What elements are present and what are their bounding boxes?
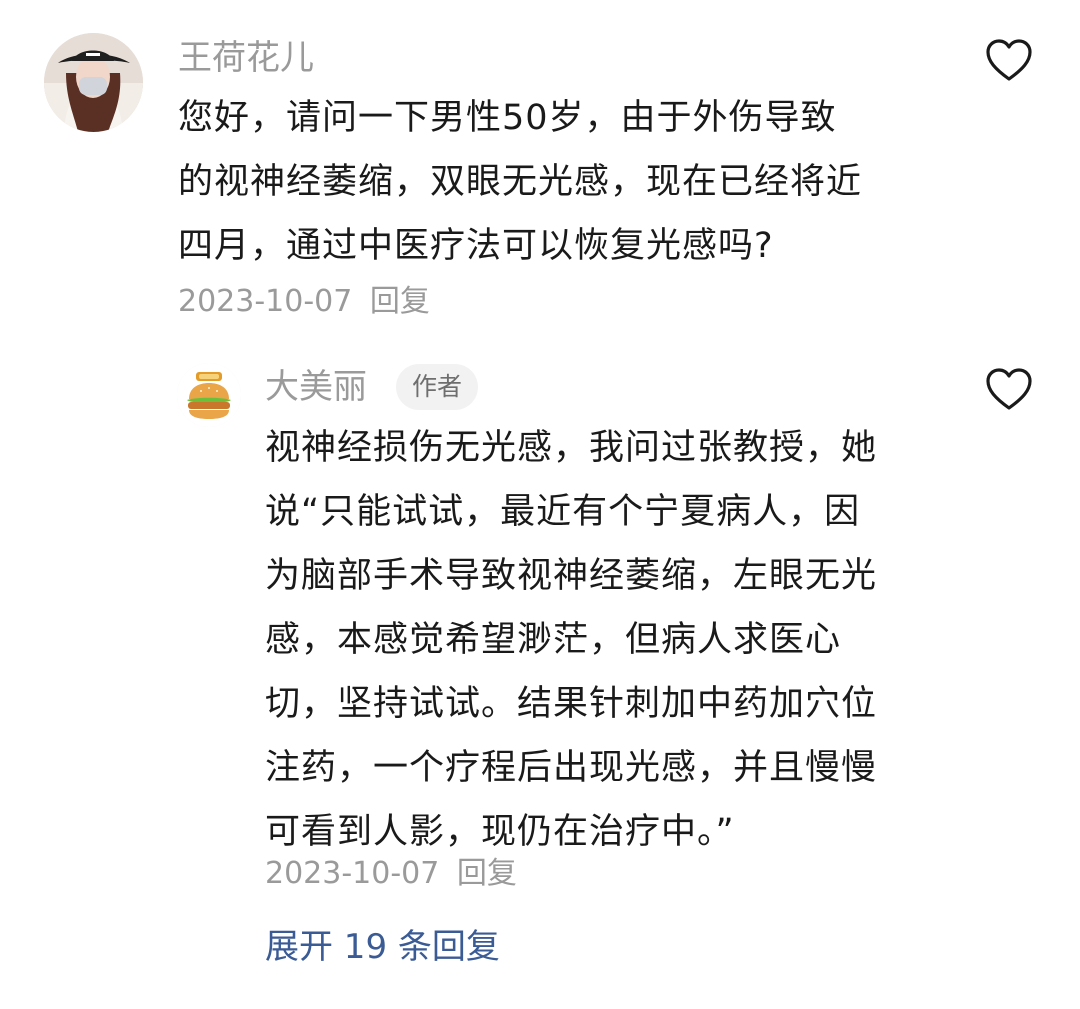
comment-username[interactable]: 王荷花儿 (178, 38, 314, 78)
like-button[interactable] (985, 38, 1033, 82)
reply-reply-button[interactable]: 回复 (457, 856, 517, 891)
reply-line: 切，坚持试试。结果针刺加中药加穴位 (265, 684, 878, 724)
reply-line: 为脑部手术导致视神经萎缩，左眼无光 (265, 556, 878, 596)
comment-line: 四月，通过中医疗法可以恢复光感吗? (178, 226, 774, 266)
heart-outline-icon (986, 39, 1032, 81)
comment-line: 您好，请问一下男性50岁，由于外伤导致 (178, 98, 837, 138)
expand-replies-link[interactable]: 展开 19 条回复 (265, 925, 500, 969)
comment-body: 您好，请问一下男性50岁，由于外伤导致 的视神经萎缩，双眼无光感，现在已经将近 … (178, 86, 938, 278)
reply-line: 视神经损伤无光感，我问过张教授，她 (265, 428, 878, 468)
comment-date: 2023-10-07 (178, 284, 353, 319)
author-username[interactable]: 大美丽 (265, 367, 367, 407)
reply-like-button[interactable] (985, 367, 1033, 411)
author-badge: 作者 (396, 364, 479, 410)
reply-line: 感，本感觉希望渺茫，但病人求医心 (265, 620, 842, 660)
reply-date: 2023-10-07 (265, 856, 440, 891)
comment-line: 的视神经萎缩，双眼无光感，现在已经将近 (178, 162, 863, 202)
reply-body: 视神经损伤无光感，我问过张教授，她 说“只能试试，最近有个宁夏病人，因 为脑部手… (265, 416, 945, 864)
comment-thread: 王荷花儿 您好，请问一下男性50岁，由于外伤导致 的视神经萎缩，双眼无光感，现在… (0, 0, 1080, 1009)
reply-line: 说“只能试试，最近有个宁夏病人，因 (265, 492, 861, 532)
user-avatar[interactable] (44, 33, 143, 132)
comment-meta: 2023-10-07 回复 (178, 282, 430, 322)
heart-outline-icon (986, 368, 1032, 410)
reply-meta: 2023-10-07 回复 (265, 854, 517, 894)
author-avatar[interactable] (177, 363, 241, 427)
reply-button[interactable]: 回复 (370, 284, 430, 319)
reply-line: 注药，一个疗程后出现光感，并且慢慢 (265, 748, 878, 788)
